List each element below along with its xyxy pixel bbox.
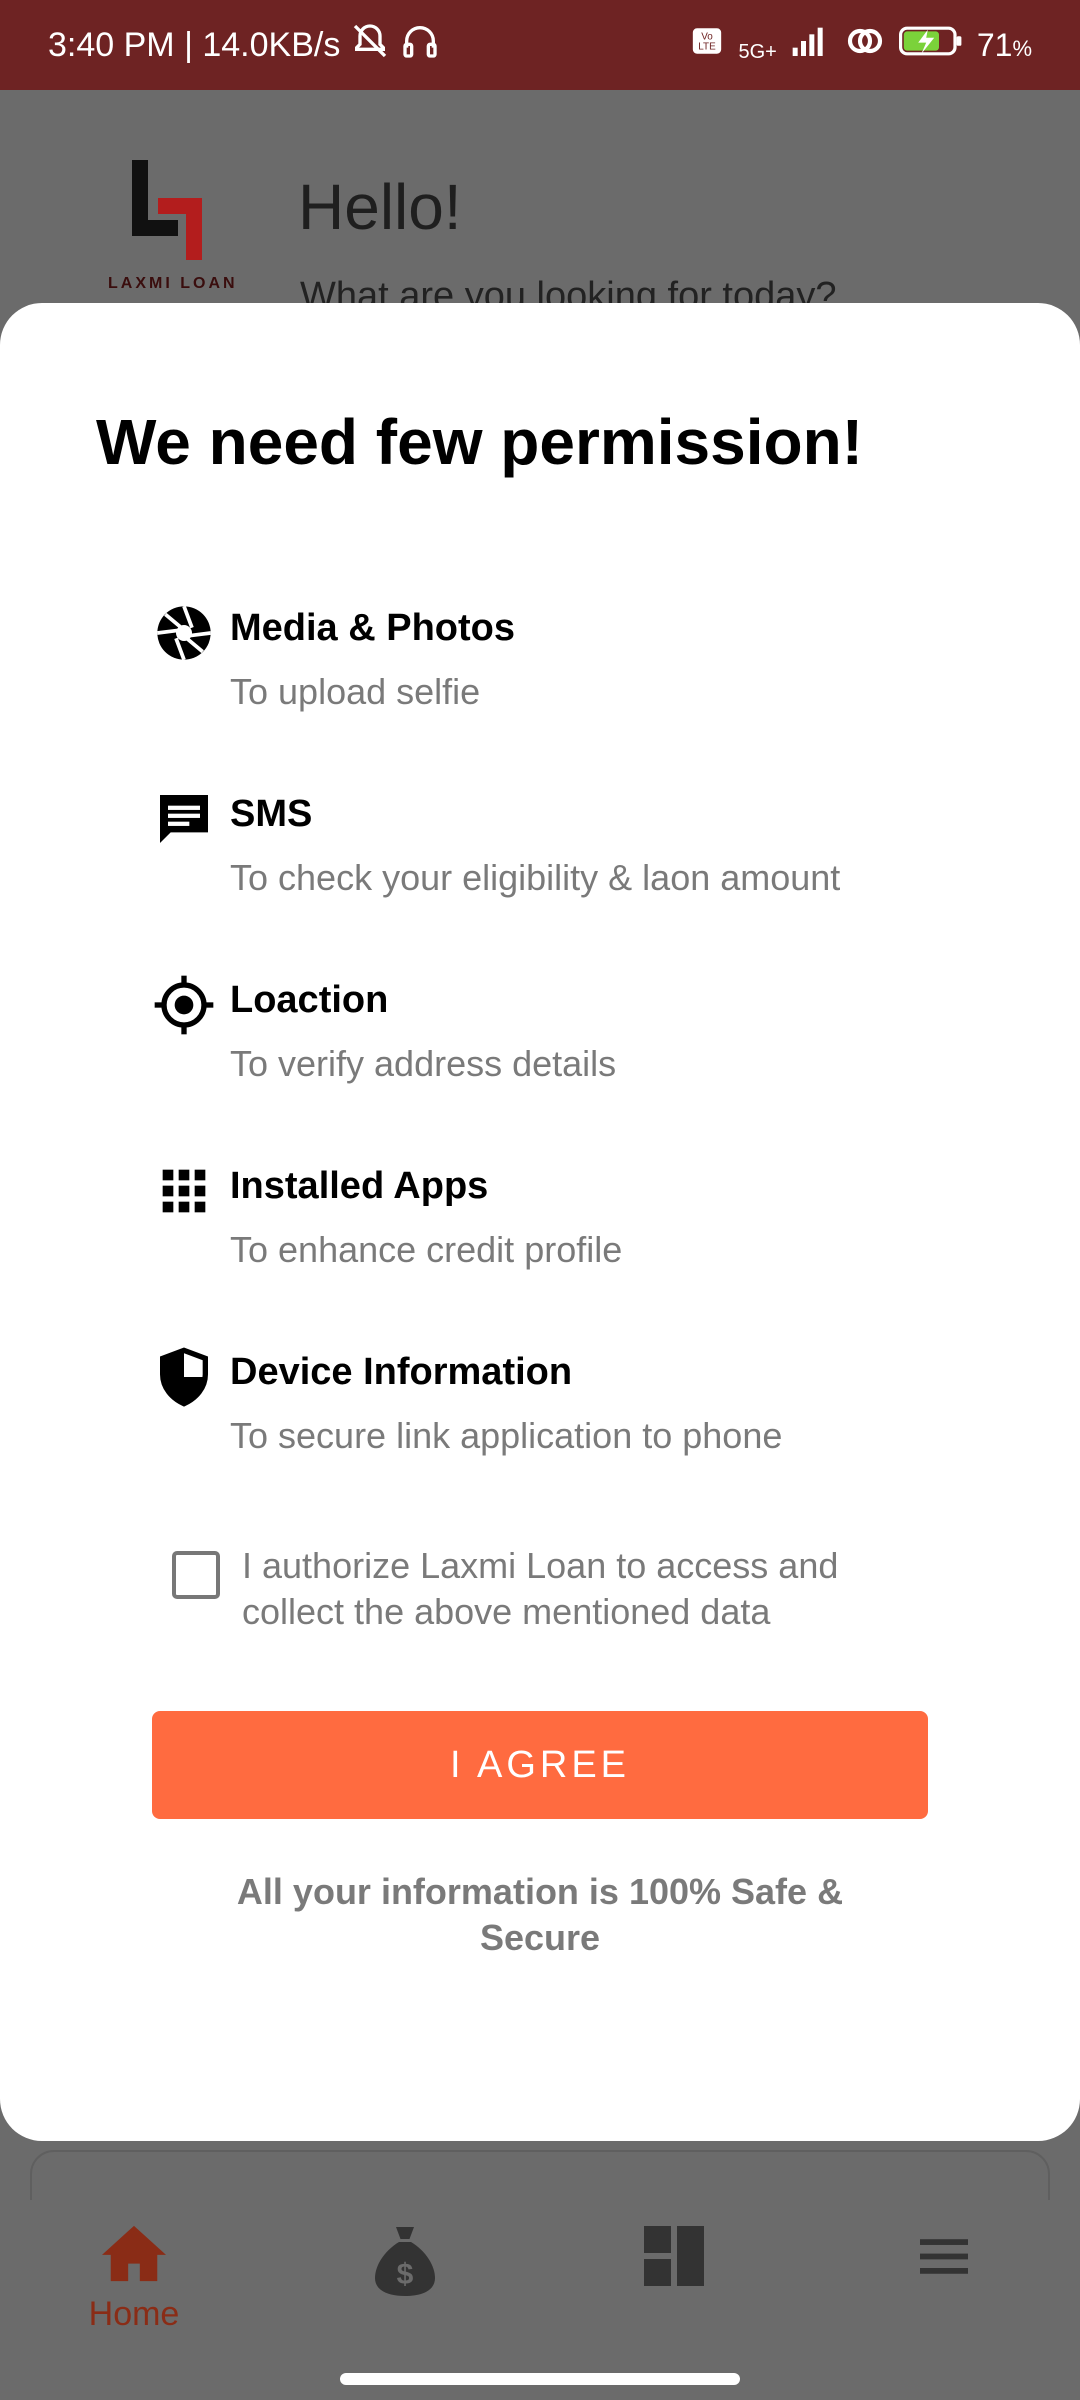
permission-title: SMS <box>230 793 313 835</box>
status-time-speed: 3:40 PM | 14.0KB/s <box>48 25 341 64</box>
agree-button[interactable]: I AGREE <box>152 1711 928 1819</box>
svg-text:$: $ <box>397 2258 414 2291</box>
sheet-title: We need few permission! <box>96 406 863 478</box>
shield-icon <box>152 1345 216 1409</box>
bottom-navigation: Home $ <box>0 2200 1080 2360</box>
permission-desc: To check your eligibility & laon amount <box>230 857 841 898</box>
nav-menu[interactable] <box>864 2220 1024 2340</box>
nav-dashboard[interactable] <box>594 2220 754 2340</box>
aperture-icon <box>152 601 216 665</box>
svg-text:LTE: LTE <box>699 42 717 53</box>
hotspot-icon <box>845 21 885 69</box>
permission-desc: To secure link application to phone <box>230 1415 783 1456</box>
sms-icon <box>152 787 216 851</box>
permission-installed-apps: Installed Apps To enhance credit profile <box>152 1159 1032 1289</box>
headphones-icon <box>400 21 440 70</box>
permission-desc: To upload selfie <box>230 671 481 712</box>
apps-grid-icon <box>152 1159 216 1223</box>
permission-media-photos: Media & Photos To upload selfie <box>152 601 1032 731</box>
permission-sms: SMS To check your eligibility & laon amo… <box>152 787 1032 917</box>
greeting: Hello! <box>298 171 462 243</box>
logo-text: LAXMI LOAN <box>108 275 238 292</box>
signal-icon <box>791 23 831 67</box>
location-target-icon <box>152 973 216 1037</box>
consent-checkbox[interactable] <box>172 1551 220 1599</box>
safe-secure-text: All your information is 100% Safe & Secu… <box>236 1871 844 1958</box>
mute-bell-icon <box>350 21 390 70</box>
permissions-sheet: We need few permission! Media & Photos T… <box>0 303 1080 2141</box>
menu-icon <box>914 2232 974 2285</box>
permission-title: Media & Photos <box>230 607 516 649</box>
gesture-handle[interactable] <box>340 2373 740 2385</box>
network-type: 5G+ <box>738 41 777 63</box>
battery-level: 71% <box>976 26 1032 63</box>
nav-loans[interactable]: $ <box>325 2220 485 2340</box>
permission-desc: To enhance credit profile <box>230 1229 623 1270</box>
permission-title: Device Information <box>230 1351 573 1393</box>
battery-charging-icon <box>898 24 963 66</box>
laxmi-loan-logo <box>100 160 240 290</box>
permission-title: Installed Apps <box>230 1165 489 1207</box>
permission-desc: To verify address details <box>230 1043 617 1084</box>
volte-icon: Vo LTE <box>690 24 724 66</box>
dashboard-icon <box>638 2220 710 2297</box>
permission-location: Loaction To verify address details <box>152 973 1032 1103</box>
nav-label: Home <box>88 2295 180 2333</box>
permission-title: Loaction <box>230 979 389 1021</box>
nav-home[interactable]: Home <box>54 2220 214 2340</box>
money-bag-icon: $ <box>369 2220 441 2305</box>
permission-device-information: Device Information To secure link applic… <box>152 1345 1032 1475</box>
app-header: LAXMI LOAN Hello! What are you looking f… <box>0 90 1080 317</box>
status-bar: 3:40 PM | 14.0KB/s Vo LTE 5G+ 71% <box>0 0 1080 90</box>
home-icon <box>98 2220 170 2289</box>
consent-text: I authorize Laxmi Loan to access and col… <box>242 1545 839 1632</box>
